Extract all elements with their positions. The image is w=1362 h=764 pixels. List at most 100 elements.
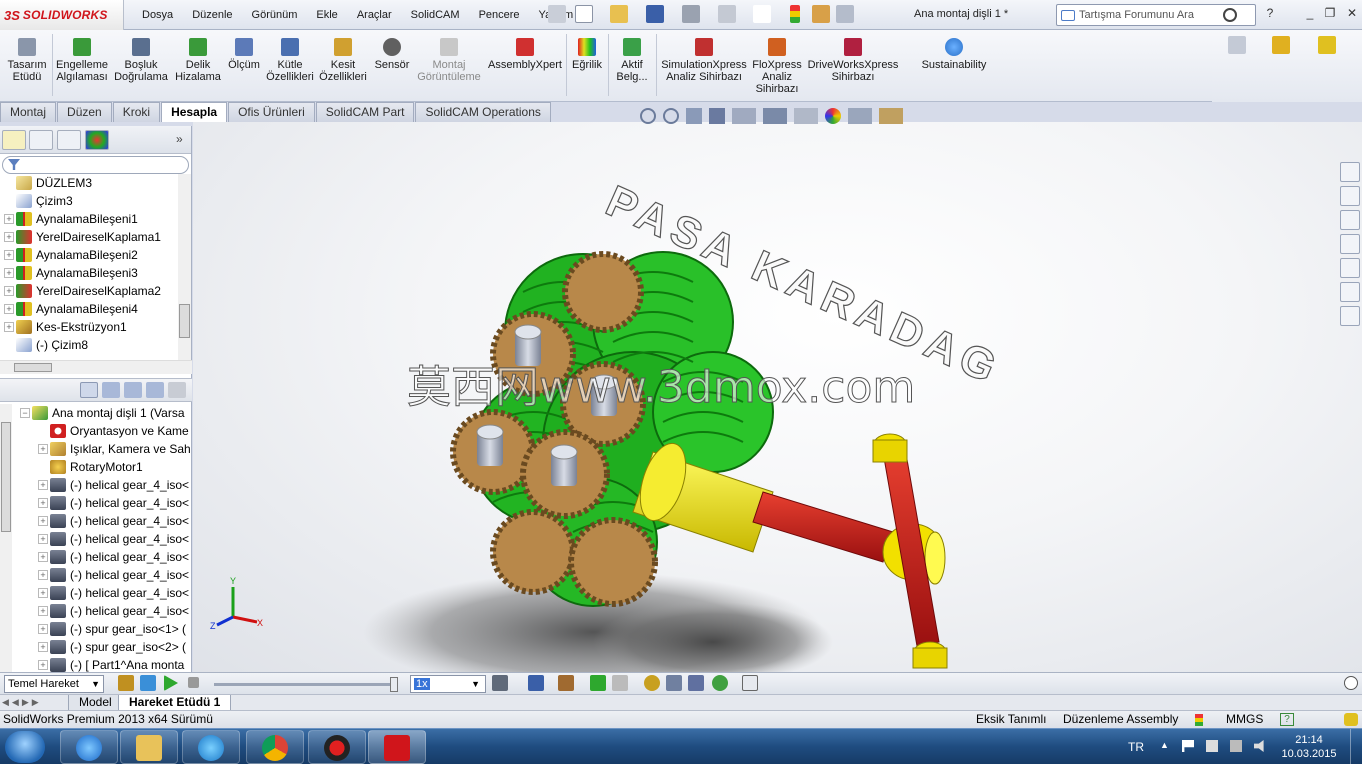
solidworks-resources-icon[interactable]	[1340, 162, 1360, 182]
filter-suppressed-icon[interactable]	[124, 382, 142, 398]
tree-item[interactable]: − Ana montaj dişli 1 (Varsa	[20, 404, 198, 422]
play-icon[interactable]	[164, 675, 178, 691]
windows-start-button[interactable]	[5, 731, 45, 763]
tree-item[interactable]: RotaryMotor1	[38, 458, 216, 476]
autokey-icon[interactable]	[590, 675, 606, 691]
menu-edit[interactable]: Düzenle	[182, 9, 241, 21]
rebuild-traffic-light-icon[interactable]	[790, 5, 800, 23]
tree-item[interactable]: + (-) spur gear_iso<2> (	[38, 638, 216, 656]
collapse-motion-manager-icon[interactable]	[1344, 676, 1358, 690]
help-icon[interactable]: ?	[1262, 6, 1278, 20]
tab-evaluate[interactable]: Hesapla	[161, 102, 228, 122]
slider-thumb[interactable]	[390, 677, 398, 692]
tab-motion-study-1[interactable]: Hareket Etüdü 1	[118, 695, 232, 711]
assemblyxpert-button[interactable]: AssemblyXpert	[488, 34, 562, 71]
study-type-select[interactable]: Temel Hareket ▼	[4, 675, 104, 693]
tab-sketch[interactable]: Kroki	[112, 102, 161, 122]
tree-item[interactable]: Çizim3	[4, 192, 182, 210]
add-key-icon[interactable]	[612, 675, 628, 691]
spring-icon[interactable]	[666, 675, 682, 691]
file-explorer-icon[interactable]	[1340, 234, 1360, 254]
filter-components-icon[interactable]	[146, 382, 164, 398]
zoom-to-fit-icon[interactable]	[640, 108, 656, 124]
expand-toggle-icon[interactable]: +	[4, 250, 14, 260]
sustainability-button[interactable]: Sustainability	[918, 34, 990, 71]
driveworksxpress-button[interactable]: DriveWorksXpress Sihirbazı	[806, 34, 900, 83]
tree-item[interactable]: + (-) helical gear_4_iso<	[38, 494, 216, 512]
tree-item[interactable]: + YerelDaireselKaplama1	[4, 228, 182, 246]
taskbar-internet-explorer[interactable]	[60, 730, 118, 764]
menu-window[interactable]: Pencere	[469, 9, 529, 21]
curvature-button[interactable]: Eğrilik	[570, 34, 604, 71]
tree-item[interactable]: + (-) helical gear_4_iso<	[38, 512, 216, 530]
interference-detection-button[interactable]: Engelleme Algılaması	[55, 34, 109, 83]
undo-icon[interactable]	[718, 5, 736, 23]
view-settings-icon[interactable]	[879, 108, 903, 124]
sensor-button[interactable]: Sensör	[372, 34, 412, 71]
print-icon[interactable]	[682, 5, 700, 23]
calculate-icon[interactable]	[118, 675, 134, 691]
menu-tools[interactable]: Araçlar	[347, 9, 401, 21]
feature-tree-scrollbar[interactable]	[178, 174, 191, 360]
volume-icon[interactable]	[1254, 740, 1264, 752]
taskbar-solidworks[interactable]	[368, 730, 426, 764]
tree-item[interactable]: + (-) helical gear_4_iso<	[38, 584, 216, 602]
contact-icon[interactable]	[688, 675, 704, 691]
forum-search-box[interactable]: Tartışma Forumunu Ara	[1056, 4, 1256, 26]
tree-item[interactable]: + Kes-Ekstrüzyon1	[4, 318, 182, 336]
show-hidden-icons-icon[interactable]: ▲	[1160, 740, 1169, 750]
expand-toggle-icon[interactable]: +	[4, 322, 14, 332]
previous-view-icon[interactable]	[686, 108, 702, 124]
taskbar-chrome[interactable]	[246, 730, 304, 764]
edit-appearance-icon[interactable]	[825, 108, 841, 124]
simulationxpress-button[interactable]: SimulationXpress Analiz Sihirbazı	[660, 34, 748, 83]
playback-slider[interactable]	[214, 677, 398, 692]
custom-properties-icon[interactable]	[1340, 306, 1360, 326]
section-properties-button[interactable]: Kesit Özellikleri	[318, 34, 368, 83]
filter-options-icon[interactable]	[168, 382, 186, 398]
tree-item[interactable]: + (-) helical gear_4_iso<	[38, 530, 216, 548]
propertymanager-tab-icon[interactable]	[29, 130, 53, 150]
tree-item[interactable]: + (-) spur gear_iso<1> (	[38, 620, 216, 638]
tab-scroll-arrows-icon[interactable]: ◀◀▶▶	[2, 697, 42, 708]
tree-item[interactable]: + AynalamaBileşeni4	[4, 300, 182, 318]
menu-insert[interactable]: Ekle	[306, 9, 346, 21]
appearance-icon[interactable]	[1318, 36, 1336, 54]
feature-tree-hscrollbar[interactable]	[0, 360, 192, 374]
tab-solidcam-operations[interactable]: SolidCAM Operations	[415, 102, 551, 122]
filter-hidden-icon[interactable]	[102, 382, 120, 398]
taskbar-file-explorer[interactable]	[120, 730, 178, 764]
action-center-flag-icon[interactable]	[1182, 740, 1194, 752]
expand-toggle-icon[interactable]: +	[4, 304, 14, 314]
menu-solidcam[interactable]: SolidCAM	[401, 9, 469, 21]
tree-item[interactable]: (-) Çizim8	[4, 336, 182, 354]
restore-button[interactable]: ❐	[1322, 6, 1338, 20]
expand-toggle-icon[interactable]: +	[38, 660, 48, 670]
close-button[interactable]: ✕	[1344, 6, 1360, 20]
graphics-area[interactable]: PASA KARADAG 莫西网www.3dmox.com Y X Z	[193, 122, 1362, 672]
hscrollbar-thumb[interactable]	[14, 363, 52, 372]
gravity-icon[interactable]	[712, 675, 728, 691]
file-properties-icon[interactable]	[812, 5, 830, 23]
display-style-icon[interactable]	[1272, 36, 1290, 54]
playback-mode-icon[interactable]	[492, 675, 508, 691]
expand-toggle-icon[interactable]: +	[38, 498, 48, 508]
expand-toggle-icon[interactable]: +	[38, 534, 48, 544]
tree-item[interactable]: + (-) helical gear_4_iso<	[38, 566, 216, 584]
expand-toggle-icon[interactable]: +	[38, 624, 48, 634]
device-icon[interactable]	[1206, 740, 1218, 752]
play-from-start-icon[interactable]	[140, 675, 156, 691]
mass-properties-button[interactable]: Kütle Özellikleri	[265, 34, 315, 83]
expand-toggle-icon[interactable]: −	[20, 408, 30, 418]
animation-wizard-icon[interactable]	[558, 675, 574, 691]
tree-item[interactable]: + (-) helical gear_4_iso<	[38, 476, 216, 494]
tab-solidcam-part[interactable]: SolidCAM Part	[315, 102, 415, 122]
show-desktop-button[interactable]	[1350, 729, 1362, 764]
solidworks-logo[interactable]: 3S SOLIDWORKS	[0, 0, 124, 30]
unit-system[interactable]: MMGS	[1226, 711, 1263, 728]
assembly-visualization-button[interactable]: Montaj Görüntüleme	[416, 34, 482, 83]
section-view-icon[interactable]	[709, 108, 725, 124]
options-icon[interactable]	[836, 5, 854, 23]
save-icon[interactable]	[646, 5, 664, 23]
assembly-tree-scrollbar[interactable]	[0, 404, 12, 672]
